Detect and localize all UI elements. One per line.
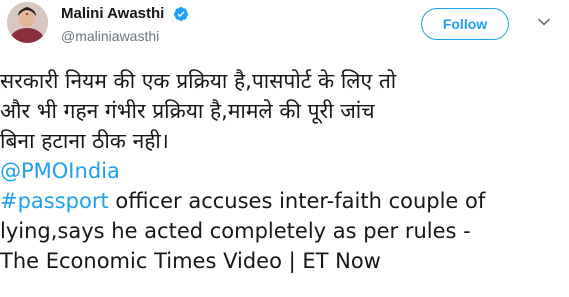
mention-link[interactable]: @PMOIndia: [0, 159, 120, 183]
tweet-line-hindi-1: सरकारी नियम की एक प्रक्रिया है,पासपोर्ट …: [0, 69, 397, 93]
verified-badge-icon: [174, 6, 189, 21]
tweet-line-hindi-2: और भी गहन गंभीर प्रक्रिया है,मामले की पू…: [0, 99, 375, 123]
follow-button[interactable]: Follow: [421, 8, 509, 40]
user-handle[interactable]: @maliniawasthi: [61, 28, 159, 44]
tweet-text: सरकारी नियम की एक प्रक्रिया है,पासपोर्ट …: [0, 66, 569, 276]
tweet-line-english-3: The Economic Times Video | ET Now: [0, 249, 381, 273]
tweet-line-english-1: officer accuses inter-faith couple of: [108, 189, 486, 213]
display-name[interactable]: Malini Awasthi: [61, 5, 164, 22]
avatar[interactable]: [7, 2, 48, 43]
tweet-header: Malini Awasthi @maliniawasthi Follow: [0, 0, 569, 60]
tweet-line-hindi-3: बिना हटाना ठीक नही।: [0, 129, 169, 153]
display-name-row: Malini Awasthi: [61, 3, 189, 22]
chevron-down-icon[interactable]: [536, 14, 552, 30]
tweet-line-english-2: lying,says he acted completely as per ru…: [0, 219, 471, 243]
hashtag-link[interactable]: #passport: [0, 189, 109, 213]
